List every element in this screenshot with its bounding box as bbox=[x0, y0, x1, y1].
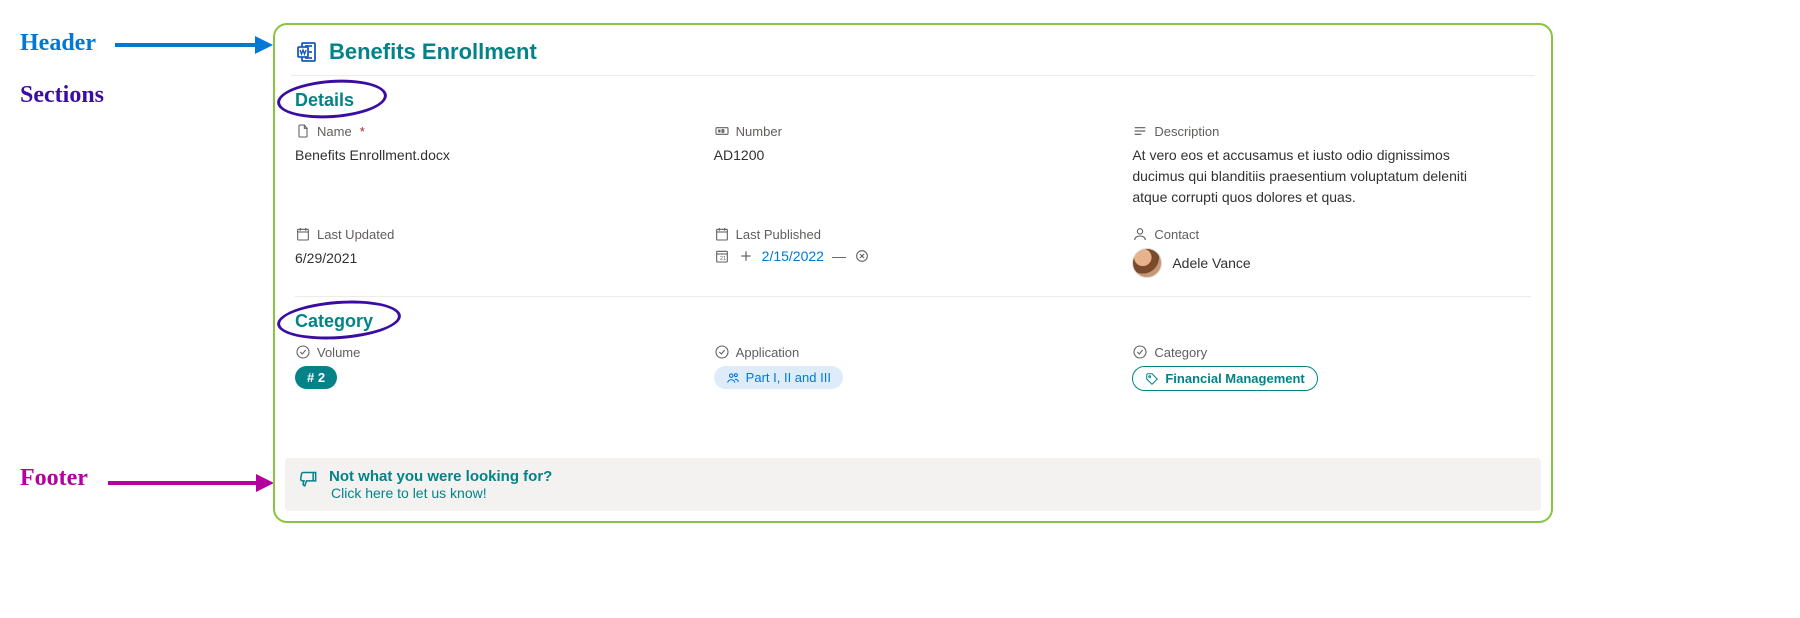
value-contact: Adele Vance bbox=[1172, 253, 1250, 274]
avatar bbox=[1132, 248, 1162, 278]
application-pill[interactable]: Part I, II and III bbox=[714, 366, 843, 389]
svg-text:21: 21 bbox=[720, 256, 726, 262]
category-row: Volume # 2 Application Part I, II and II… bbox=[291, 344, 1535, 409]
value-name: Benefits Enrollment.docx bbox=[295, 145, 694, 166]
people-icon bbox=[726, 371, 740, 385]
annotation-sections-label: Sections bbox=[20, 82, 104, 109]
check-circle-icon bbox=[714, 344, 730, 360]
label-name: Name* bbox=[295, 123, 694, 139]
calendar-picker-icon[interactable]: 21 bbox=[714, 248, 730, 264]
label-application: Application bbox=[714, 344, 1113, 360]
check-circle-icon bbox=[295, 344, 311, 360]
label-contact: Contact bbox=[1132, 226, 1531, 242]
label-category: Category bbox=[1132, 344, 1531, 360]
thumbs-down-icon bbox=[299, 470, 319, 490]
footer-line2-link[interactable]: Click here to let us know! bbox=[329, 485, 552, 501]
card-header: Benefits Enrollment bbox=[291, 25, 1535, 76]
calendar-icon bbox=[714, 226, 730, 242]
section-title-details: Details bbox=[291, 76, 1535, 123]
annotation-header-label: Header bbox=[20, 30, 96, 57]
value-last-updated: 6/29/2021 bbox=[295, 248, 694, 269]
tag-icon bbox=[1145, 372, 1159, 386]
description-icon bbox=[1132, 123, 1148, 139]
value-last-published[interactable]: 2/15/2022 bbox=[762, 248, 824, 264]
value-description: At vero eos et accusamus et iusto odio d… bbox=[1132, 145, 1492, 208]
label-last-published: Last Published bbox=[714, 226, 1113, 242]
person-icon bbox=[1132, 226, 1148, 242]
calendar-icon bbox=[295, 226, 311, 242]
add-date-icon[interactable] bbox=[738, 248, 754, 264]
clear-date-icon[interactable] bbox=[854, 248, 870, 264]
check-circle-icon bbox=[1132, 344, 1148, 360]
annotation-footer-label: Footer bbox=[20, 465, 88, 492]
dash-separator: — bbox=[832, 248, 846, 264]
label-description: Description bbox=[1132, 123, 1531, 139]
label-volume: Volume bbox=[295, 344, 694, 360]
date-picker-last-published[interactable]: 21 2/15/2022 — bbox=[714, 248, 1113, 264]
category-pill[interactable]: Financial Management bbox=[1132, 366, 1317, 391]
feedback-footer[interactable]: Not what you were looking for? Click her… bbox=[285, 458, 1541, 511]
label-last-updated: Last Updated bbox=[295, 226, 694, 242]
label-number: Number bbox=[714, 123, 1113, 139]
content-card: Benefits Enrollment Details Name* Benefi… bbox=[273, 23, 1553, 523]
arrow-header-icon bbox=[115, 30, 275, 60]
section-title-category: Category bbox=[291, 297, 1535, 344]
word-document-icon bbox=[295, 40, 319, 64]
arrow-footer-icon bbox=[108, 468, 276, 498]
footer-line1: Not what you were looking for? bbox=[329, 468, 552, 485]
volume-pill[interactable]: # 2 bbox=[295, 366, 337, 389]
details-row-1: Name* Benefits Enrollment.docx Number AD… bbox=[291, 123, 1535, 226]
contact-person[interactable]: Adele Vance bbox=[1132, 248, 1531, 278]
abc-icon bbox=[714, 123, 730, 139]
page-title: Benefits Enrollment bbox=[329, 39, 537, 65]
file-icon bbox=[295, 123, 311, 139]
details-row-2: Last Updated 6/29/2021 Last Published 21… bbox=[291, 226, 1535, 296]
value-number: AD1200 bbox=[714, 145, 1113, 166]
